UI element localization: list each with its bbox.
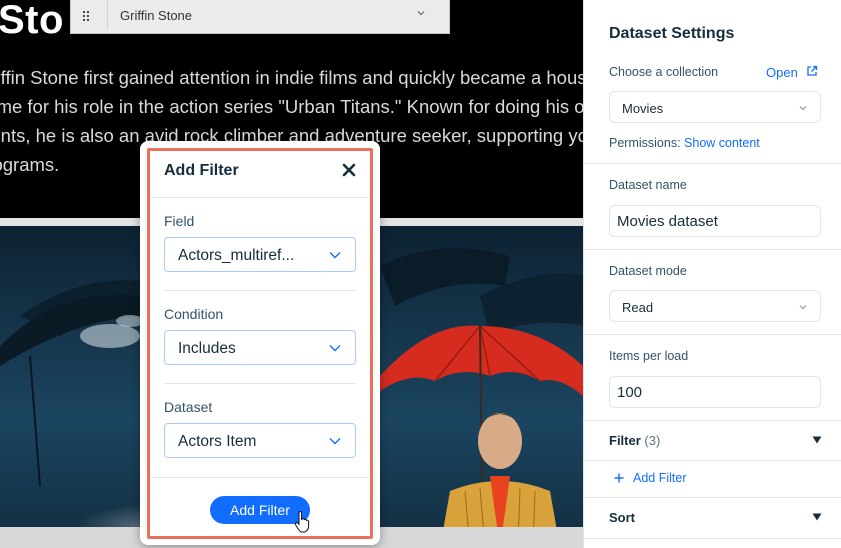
dataset-name-label: Dataset name xyxy=(609,178,687,192)
panel-divider xyxy=(584,497,841,498)
hero-title: Sto xyxy=(0,0,64,42)
drag-handle-icon[interactable] xyxy=(79,8,95,24)
field-value: Actors_multiref... xyxy=(178,247,295,264)
sort-section-header[interactable]: Sort xyxy=(609,510,635,525)
close-icon[interactable] xyxy=(341,162,357,178)
dataset-settings-panel: Dataset Settings Choose a collection Ope… xyxy=(583,0,841,548)
triangle-down-icon[interactable] xyxy=(812,436,822,444)
condition-label: Condition xyxy=(164,306,224,322)
filter-section-header[interactable]: Filter (3) xyxy=(609,433,660,448)
condition-dropdown[interactable]: Includes xyxy=(164,330,356,365)
sort-section-title: Sort xyxy=(609,510,635,525)
condition-value: Includes xyxy=(178,340,236,357)
panel-divider xyxy=(584,249,841,250)
permissions-label: Permissions: xyxy=(609,136,681,150)
field-label: Field xyxy=(164,213,195,229)
dataset-value: Actors Item xyxy=(178,433,257,450)
panel-divider xyxy=(584,334,841,335)
panel-divider xyxy=(584,538,841,539)
items-per-load-input[interactable] xyxy=(609,376,821,408)
filter-section-title: Filter xyxy=(609,433,641,448)
add-filter-link[interactable]: Add Filter xyxy=(633,471,687,485)
chevron-down-icon xyxy=(329,438,341,445)
item-selector-dropdown[interactable]: Griffin Stone xyxy=(107,0,447,30)
chevron-down-icon xyxy=(417,11,425,16)
dataset-mode-label: Dataset mode xyxy=(609,264,687,278)
dataset-mode-value: Read xyxy=(622,300,654,315)
dataset-label: Dataset xyxy=(164,399,213,415)
section-divider xyxy=(164,383,356,384)
dataset-mode-dropdown[interactable]: Read xyxy=(609,290,821,322)
triangle-down-icon[interactable] xyxy=(812,513,822,521)
chevron-down-icon xyxy=(799,305,807,310)
chevron-down-icon xyxy=(799,106,807,111)
dataset-name-input[interactable] xyxy=(609,205,821,237)
bio-line: name for his role in the action series "… xyxy=(0,96,583,117)
items-per-load-label: Items per load xyxy=(609,349,689,363)
panel-divider xyxy=(584,460,841,461)
chevron-down-icon xyxy=(329,252,341,259)
external-link-icon[interactable] xyxy=(806,65,818,77)
field-dropdown[interactable]: Actors_multiref... xyxy=(164,237,356,272)
collection-label: Choose a collection xyxy=(609,65,719,79)
dataset-dropdown[interactable]: Actors Item xyxy=(164,423,356,458)
chevron-down-icon xyxy=(329,345,341,352)
element-toolbar: Griffin Stone xyxy=(70,0,450,34)
dialog-footer-divider xyxy=(150,477,370,478)
panel-divider xyxy=(584,163,841,164)
permissions-row: Permissions: Show content xyxy=(609,136,760,150)
editor-canvas[interactable]: Sto Griffin Stone first gained attention… xyxy=(0,0,583,548)
section-divider xyxy=(164,290,356,291)
bio-line: Griffin Stone first gained attention in … xyxy=(0,67,583,88)
open-collection-link[interactable]: Open xyxy=(766,65,798,80)
panel-divider xyxy=(584,420,841,421)
item-selector-value: Griffin Stone xyxy=(120,8,193,23)
dialog-header-divider xyxy=(150,197,370,198)
show-content-link[interactable]: Show content xyxy=(684,136,760,150)
add-filter-dialog: Add Filter Field Actors_multiref... Cond… xyxy=(140,141,380,545)
collection-value: Movies xyxy=(622,101,664,116)
plus-icon xyxy=(614,473,624,483)
collection-dropdown[interactable]: Movies xyxy=(609,91,821,123)
panel-title: Dataset Settings xyxy=(609,25,735,42)
hand-cursor-icon xyxy=(294,511,310,533)
dialog-title: Add Filter xyxy=(164,162,239,179)
filter-count: (3) xyxy=(644,433,661,448)
